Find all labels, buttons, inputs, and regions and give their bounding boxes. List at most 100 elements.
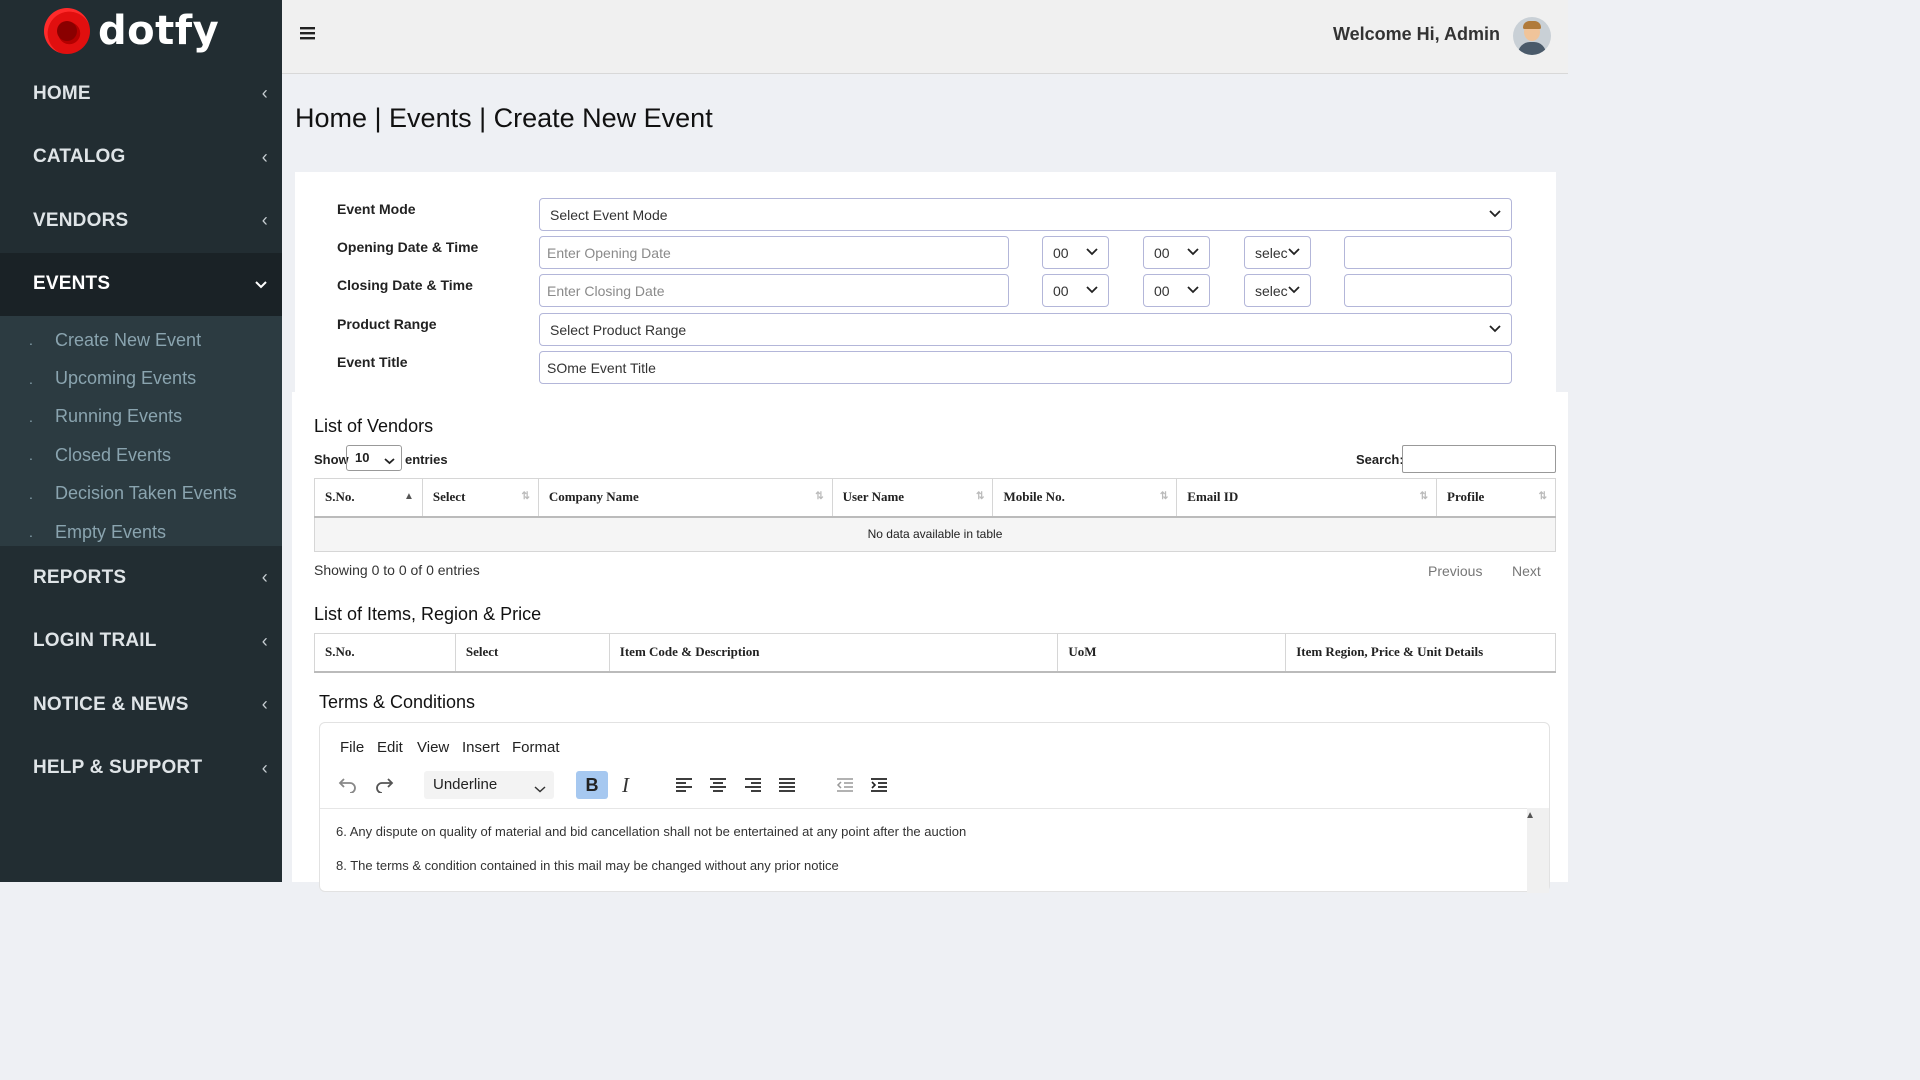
chevron-left-icon: ‹: [261, 694, 268, 715]
opening-minute-value: 00: [1154, 244, 1170, 261]
submenu-label: Empty Events: [55, 521, 167, 542]
opening-extra-input[interactable]: [1344, 236, 1512, 269]
column-header[interactable]: Select: [454, 633, 610, 673]
indent-icon[interactable]: [870, 776, 888, 799]
product-range-select[interactable]: Select Product Range: [539, 313, 1512, 346]
menu-file[interactable]: File: [340, 739, 364, 756]
opening-date-placeholder: Enter Opening Date: [547, 244, 671, 261]
opening-hour-select[interactable]: 00: [1042, 236, 1109, 269]
column-header[interactable]: Item Code & Description: [608, 633, 1059, 673]
nav-item-notice-news[interactable]: NOTICE & NEWS ‹: [0, 673, 282, 737]
column-header[interactable]: S.No.: [314, 633, 456, 673]
menu-format[interactable]: Format: [512, 739, 560, 756]
chevron-left-icon: ‹: [261, 567, 268, 588]
align-right-icon[interactable]: [744, 776, 762, 799]
search-input[interactable]: [1402, 445, 1556, 473]
nav-item-login-trail[interactable]: LOGIN TRAIL ‹: [0, 610, 282, 674]
outdent-icon[interactable]: [836, 776, 854, 799]
event-form: Event Mode Select Event Mode Opening Dat…: [295, 172, 1556, 394]
sort-icon: ⇅: [815, 491, 824, 502]
column-header[interactable]: Mobile No. ⇅: [992, 478, 1178, 518]
align-left-icon[interactable]: [675, 776, 693, 799]
closing-minute-select[interactable]: 00: [1143, 274, 1210, 307]
opening-ampm-select[interactable]: selec: [1244, 236, 1311, 269]
column-header[interactable]: User Name ⇅: [831, 478, 994, 518]
logo-text: dotfy: [98, 8, 220, 54]
submenu-item-running-events[interactable]: . Running Events: [0, 398, 282, 436]
closing-ampm-value: selec: [1255, 282, 1288, 299]
sidebar: dotfy HOME ‹ CATALOG ‹ VENDORS ‹ EVENTS …: [0, 0, 282, 882]
align-center-icon[interactable]: [709, 776, 727, 799]
closing-date-placeholder: Enter Closing Date: [547, 282, 665, 299]
chevron-down-icon: [1288, 245, 1300, 259]
closing-ampm-select[interactable]: selec: [1244, 274, 1311, 307]
bullet-icon: .: [29, 408, 33, 425]
align-justify-icon[interactable]: [778, 776, 796, 799]
nav-item-events[interactable]: EVENTS: [0, 252, 282, 316]
table-info: Showing 0 to 0 of 0 entries: [314, 562, 480, 578]
column-header[interactable]: Select ⇅: [421, 478, 539, 518]
submenu-label: Closed Events: [55, 444, 172, 465]
chevron-left-icon: ‹: [261, 630, 268, 651]
opening-minute-select[interactable]: 00: [1143, 236, 1210, 269]
welcome-text: Welcome Hi, Admin: [1332, 24, 1500, 44]
menu-insert[interactable]: Insert: [462, 739, 500, 756]
submenu-item-create-new-event[interactable]: . Create New Event: [0, 321, 282, 359]
logo[interactable]: dotfy: [0, 0, 282, 62]
chevron-down-icon: [384, 453, 395, 468]
entries-select[interactable]: 10: [346, 445, 402, 471]
closing-hour-select[interactable]: 00: [1042, 274, 1109, 307]
nav-item-vendors[interactable]: VENDORS ‹: [0, 189, 282, 253]
vendors-section-title: List of Vendors: [314, 416, 434, 436]
nav-label: HELP & SUPPORT: [33, 757, 203, 779]
chevron-left-icon: ‹: [261, 757, 268, 778]
closing-date-input[interactable]: Enter Closing Date: [539, 274, 1009, 307]
column-header[interactable]: Company Name ⇅: [537, 478, 833, 518]
sort-icon: ⇅: [1419, 491, 1429, 502]
chevron-down-icon: [1086, 245, 1098, 259]
empty-table-message: No data available in table: [314, 516, 1556, 552]
terms-line[interactable]: 6. Any dispute on quality of material an…: [336, 824, 966, 839]
nav-label: LOGIN TRAIL: [33, 630, 157, 652]
opening-date-input[interactable]: Enter Opening Date: [539, 236, 1009, 269]
chevron-down-icon: [1288, 283, 1300, 297]
nav-item-catalog[interactable]: CATALOG ‹: [0, 126, 282, 190]
previous-button[interactable]: Previous: [1428, 563, 1482, 579]
column-header[interactable]: S.No. ▲: [314, 478, 423, 518]
submenu-item-upcoming-events[interactable]: . Upcoming Events: [0, 359, 282, 397]
column-header[interactable]: Email ID ⇅: [1176, 478, 1438, 518]
bullet-icon: .: [29, 485, 33, 502]
submenu-item-decision-taken-events[interactable]: . Decision Taken Events: [0, 475, 282, 513]
undo-icon[interactable]: [338, 776, 358, 799]
closing-extra-input[interactable]: [1344, 274, 1512, 307]
next-button[interactable]: Next: [1512, 563, 1541, 579]
scroll-up-icon[interactable]: ▲: [1525, 810, 1535, 821]
nav-item-home[interactable]: HOME ‹: [0, 62, 282, 126]
hamburger-menu-icon[interactable]: [300, 20, 316, 46]
show-label: Show: [314, 452, 349, 467]
nav-item-reports[interactable]: REPORTS ‹: [0, 546, 282, 610]
terms-line[interactable]: 8. The terms & condition contained in th…: [336, 858, 839, 873]
block-format-select[interactable]: Underline: [424, 771, 554, 799]
nav-item-help-support[interactable]: HELP & SUPPORT ‹: [0, 737, 282, 801]
logo-icon: [44, 8, 90, 54]
column-header[interactable]: Item Region, Price & Unit Details: [1285, 633, 1556, 673]
table-header-row: S.No. Select Item Code & Description UoM…: [314, 633, 1556, 673]
event-title-input[interactable]: SOme Event Title: [539, 351, 1512, 384]
menu-view[interactable]: View: [417, 739, 449, 756]
bold-button[interactable]: B: [576, 771, 608, 799]
table-row: No data available in table: [314, 516, 1556, 552]
bullet-icon: .: [29, 370, 33, 387]
submenu-item-closed-events[interactable]: . Closed Events: [0, 436, 282, 474]
sort-icon: ⇅: [1538, 491, 1547, 502]
avatar[interactable]: [1513, 17, 1551, 55]
chevron-left-icon: ‹: [261, 210, 268, 231]
redo-icon[interactable]: [374, 776, 394, 799]
nav-label: REPORTS: [33, 566, 127, 588]
menu-edit[interactable]: Edit: [377, 739, 403, 756]
event-mode-select[interactable]: Select Event Mode: [539, 198, 1512, 231]
closing-date-label: Closing Date & Time: [337, 277, 473, 293]
column-header[interactable]: Profile ⇅: [1436, 478, 1556, 518]
italic-button[interactable]: I: [622, 773, 629, 798]
column-header[interactable]: UoM: [1057, 633, 1287, 673]
